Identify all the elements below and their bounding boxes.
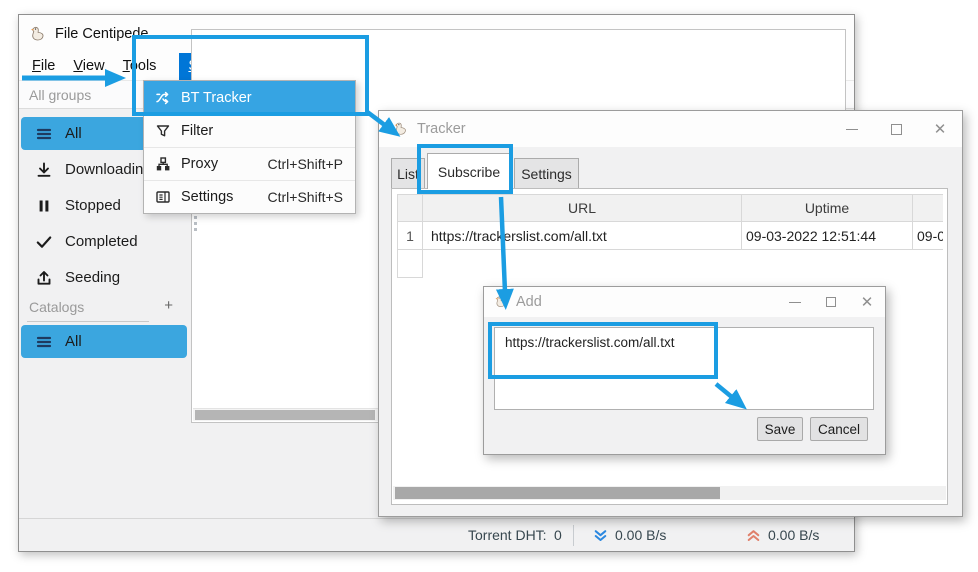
tracker-hscrollbar — [393, 486, 946, 500]
main-window-title: File Centipede — [55, 26, 149, 42]
sidebar-item-completed[interactable]: Completed — [21, 225, 187, 258]
catalogs-header: Catalogs + — [21, 297, 187, 317]
menu-file[interactable]: File — [23, 53, 64, 80]
maximize-button[interactable] — [813, 287, 849, 317]
menuitem-shortcut: Ctrl+Shift+P — [268, 156, 343, 172]
proxy-icon — [155, 156, 171, 172]
menuitem-label: Filter — [181, 123, 213, 139]
sidebar-resize-handle[interactable] — [194, 211, 197, 231]
save-button[interactable]: Save — [757, 417, 803, 441]
settings-dropdown-menu: BT Tracker Filter Proxy Ctrl+Shift+P Set… — [143, 80, 356, 214]
tab-label: Settings — [521, 166, 572, 182]
sidebar-item-label: Stopped — [65, 197, 121, 214]
content-hscrollbar-thumb[interactable] — [195, 410, 375, 420]
tracker-window-controls: ✕ — [830, 111, 962, 147]
add-dialog-title: Add — [516, 294, 542, 310]
menuitem-label: Proxy — [181, 156, 218, 172]
tracker-titlebar: Tracker ✕ — [379, 111, 962, 147]
close-button[interactable]: ✕ — [918, 111, 962, 147]
tab-settings[interactable]: Settings — [514, 158, 579, 189]
sidebar-item-label: Seeding — [65, 269, 120, 286]
check-icon — [35, 233, 53, 251]
menuitem-settings[interactable]: Settings Ctrl+Shift+S — [144, 180, 355, 213]
dht-label: Torrent DHT: — [468, 527, 547, 543]
sidebar-item-label: Downloading — [65, 161, 152, 178]
cell-clipped: 09-0 — [913, 222, 943, 250]
sidebar-item-label: Completed — [65, 233, 138, 250]
tab-label: Subscribe — [438, 164, 500, 180]
settings-icon — [155, 189, 171, 205]
tab-label: List — [397, 166, 419, 182]
tab-subscribe[interactable]: Subscribe — [427, 153, 511, 189]
tracker-shuffle-icon — [155, 90, 171, 106]
tracker-hscrollbar-thumb[interactable] — [395, 487, 720, 499]
header-uptime: Uptime — [742, 194, 913, 222]
header-clipped-column — [913, 194, 943, 222]
menuitem-shortcut: Ctrl+Shift+S — [268, 189, 343, 205]
statusbar: Torrent DHT: 0 0.00 B/s 0.00 B/s — [19, 518, 854, 551]
app-duck-icon — [494, 295, 508, 309]
app-duck-icon — [393, 121, 409, 137]
group-filter[interactable]: All groups — [29, 87, 91, 103]
catalog-item-all[interactable]: All — [21, 325, 187, 358]
cell-url: https://trackerslist.com/all.txt — [423, 222, 742, 250]
upload-icon — [35, 269, 53, 287]
add-dialog: Add ✕ https://trackerslist.com/all.txt S… — [483, 286, 886, 455]
table-header-row: URL Uptime — [397, 194, 943, 222]
cancel-button[interactable]: Cancel — [810, 417, 868, 441]
add-titlebar: Add ✕ — [484, 287, 885, 317]
table-row[interactable]: 1 https://trackerslist.com/all.txt 09-03… — [397, 222, 943, 250]
maximize-button[interactable] — [874, 111, 918, 147]
minimize-button[interactable] — [830, 111, 874, 147]
app-duck-icon — [29, 25, 47, 43]
menuitem-proxy[interactable]: Proxy Ctrl+Shift+P — [144, 147, 355, 180]
catalog-item-label: All — [65, 333, 82, 350]
menu-icon — [35, 333, 53, 351]
header-row-number — [397, 194, 423, 222]
empty-row-gutter — [397, 250, 423, 278]
dht-value: 0 — [554, 527, 562, 543]
menuitem-label: Settings — [181, 189, 233, 205]
header-url: URL — [423, 194, 742, 222]
download-chevrons-icon — [593, 529, 608, 546]
upload-chevrons-icon — [746, 529, 761, 546]
sidebar-item-label: All — [65, 125, 82, 142]
pause-icon — [35, 197, 53, 215]
tab-list[interactable]: List — [391, 158, 425, 189]
upload-speed: 0.00 B/s — [768, 527, 819, 543]
tracker-url-input[interactable]: https://trackerslist.com/all.txt — [494, 327, 874, 410]
add-catalog-button[interactable]: + — [164, 297, 173, 314]
tracker-table: URL Uptime 1 https://trackerslist.com/al… — [397, 194, 943, 278]
download-speed: 0.00 B/s — [615, 527, 666, 543]
menuitem-bt-tracker[interactable]: BT Tracker — [144, 81, 355, 114]
download-icon — [35, 161, 53, 179]
catalogs-label: Catalogs — [29, 299, 84, 315]
cell-uptime: 09-03-2022 12:51:44 — [742, 222, 913, 250]
desktop: File Centipede ✕ File View Tools Setting… — [0, 0, 978, 572]
menu-view[interactable]: View — [64, 53, 113, 80]
cell-row-number: 1 — [397, 222, 423, 250]
menuitem-label: BT Tracker — [181, 90, 252, 106]
tracker-dialog-title: Tracker — [417, 121, 466, 137]
menuitem-filter[interactable]: Filter — [144, 114, 355, 147]
minimize-button[interactable] — [777, 287, 813, 317]
statusbar-divider — [573, 525, 574, 546]
catalogs-divider — [27, 321, 149, 322]
close-button[interactable]: ✕ — [849, 287, 885, 317]
add-window-controls: ✕ — [777, 287, 885, 317]
menu-tools[interactable]: Tools — [114, 53, 166, 80]
filter-icon — [155, 123, 171, 139]
sidebar-item-seeding[interactable]: Seeding — [21, 261, 187, 294]
menu-icon — [35, 125, 53, 143]
